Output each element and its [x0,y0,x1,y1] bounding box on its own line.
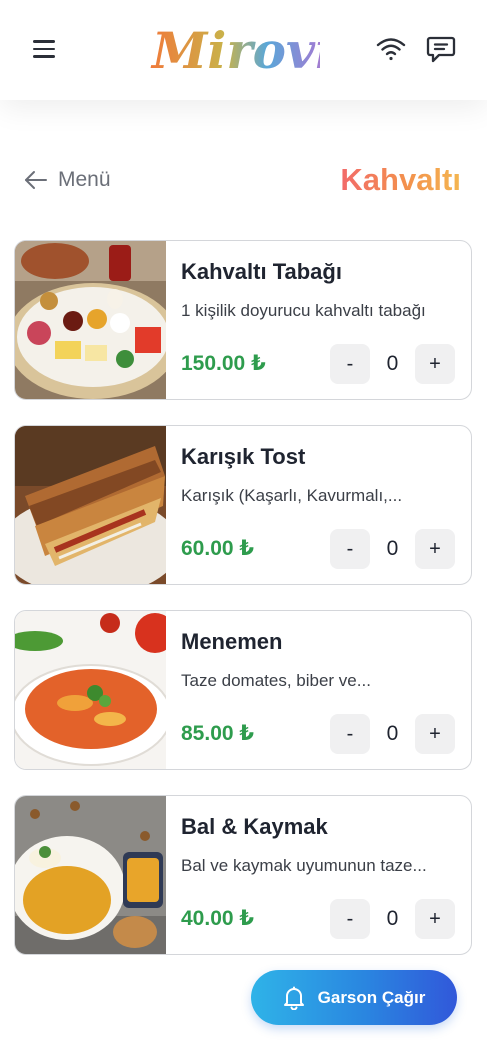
decrease-quantity-button[interactable]: - [330,714,370,754]
product-price: 150.00 ₺ [181,352,266,375]
hamburger-menu-icon[interactable] [33,40,55,60]
category-title: Kahvaltı [340,162,461,197]
breakfast-plate-photo [15,241,166,399]
honey-cream-photo [15,796,166,954]
decrease-quantity-button[interactable]: - [330,899,370,939]
call-waiter-button[interactable]: Garson Çağır [251,970,457,1025]
product-card[interactable]: Bal & Kaymak Bal ve kaymak uyumunun taze… [14,795,472,955]
product-name: Kahvaltı Tabağı [181,259,342,284]
product-description: Taze domates, biber ve... [181,671,371,690]
product-price: 60.00 ₺ [181,537,254,560]
product-description: 1 kişilik doyurucu kahvaltı tabağı [181,301,426,320]
increase-quantity-button[interactable]: + [415,899,455,939]
product-card[interactable]: Menemen Taze domates, biber ve... 85.00 … [14,610,472,770]
product-name: Bal & Kaymak [181,814,328,839]
product-description: Karışık (Kaşarlı, Kavurmalı,... [181,486,403,505]
wifi-icon[interactable] [375,36,407,62]
product-card[interactable]: Kahvaltı Tabağı 1 kişilik doyurucu kahva… [14,240,472,400]
call-waiter-label: Garson Çağır [317,987,426,1007]
bell-icon [283,986,304,1010]
mirovis-logo: Mirovis [150,18,362,80]
product-name: Karışık Tost [181,444,306,469]
mixed-toast-photo [15,426,166,584]
decrease-quantity-button[interactable]: - [330,529,370,569]
decrease-quantity-button[interactable]: - [330,344,370,384]
increase-quantity-button[interactable]: + [415,344,455,384]
quantity-value: 0 [386,352,399,375]
product-price: 85.00 ₺ [181,722,254,745]
menemen-photo [15,611,166,769]
svg-text:Mirovis: Mirovis [150,21,320,80]
increase-quantity-button[interactable]: + [415,714,455,754]
product-description: Bal ve kaymak uyumunun taze... [181,856,427,875]
chat-bubble-icon[interactable] [426,35,456,65]
product-name: Menemen [181,629,283,654]
arrow-left-icon [25,171,47,189]
app-header: Mirovis [0,0,487,100]
back-label: Menü [58,168,111,191]
product-card[interactable]: Karışık Tost Karışık (Kaşarlı, Kavurmalı… [14,425,472,585]
back-button[interactable]: Menü [24,164,111,196]
quantity-value: 0 [386,722,399,745]
product-price: 40.00 ₺ [181,907,254,930]
increase-quantity-button[interactable]: + [415,529,455,569]
quantity-value: 0 [386,537,399,560]
quantity-value: 0 [386,907,399,930]
